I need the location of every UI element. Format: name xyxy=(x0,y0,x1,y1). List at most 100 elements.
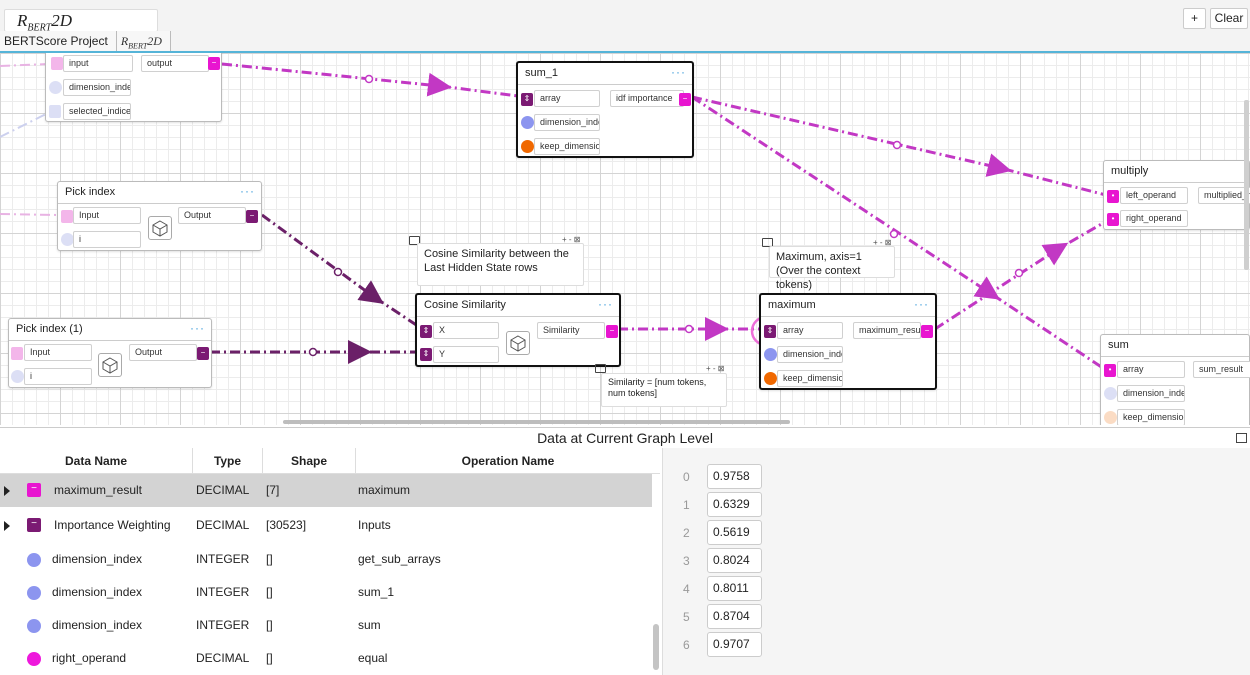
node-menu-icon[interactable]: ··· xyxy=(671,63,686,81)
node-maximum[interactable]: maximum ··· ⇕ array maximum_resul − dimen… xyxy=(759,293,937,390)
port-input[interactable]: Input xyxy=(73,207,141,224)
node-menu-icon[interactable]: ··· xyxy=(598,295,613,313)
node-sum-1[interactable]: sum_1 ··· ⇕ array idf importance − dimens… xyxy=(516,61,694,158)
output-port-icon[interactable]: − xyxy=(606,325,618,338)
port-selected-indices[interactable]: selected_indice xyxy=(63,103,131,120)
node-multiply[interactable]: multiply • left_operand multiplied_r • r… xyxy=(1103,160,1250,230)
output-port-icon[interactable]: − xyxy=(921,325,933,338)
keep-dimension-port-dot[interactable] xyxy=(1104,411,1117,424)
node-menu-icon[interactable]: ··· xyxy=(190,319,205,337)
expand-icon[interactable] xyxy=(4,486,10,496)
canvas-vertical-scrollbar[interactable] xyxy=(1244,100,1249,270)
value-cell[interactable]: 0.8011 xyxy=(707,576,762,601)
value-cell[interactable]: 0.5619 xyxy=(707,520,762,545)
value-cell[interactable]: 0.9758 xyxy=(707,464,762,489)
expand-icon[interactable] xyxy=(4,521,10,531)
array-port-icon[interactable]: • xyxy=(1104,364,1116,377)
port-dimension-index[interactable]: dimension_inde xyxy=(1117,385,1185,402)
keep-dimension-port-dot[interactable] xyxy=(521,140,534,153)
node-menu-icon[interactable]: ··· xyxy=(914,295,929,313)
clear-button[interactable]: Clear xyxy=(1210,8,1248,29)
comment-cosine[interactable]: Cosine Similarity between the Last Hidde… xyxy=(417,243,584,286)
table-scrollbar[interactable] xyxy=(653,624,659,670)
node-get-sub-arrays[interactable]: input output − dimension_inde selected_i… xyxy=(45,53,222,122)
port-i[interactable]: i xyxy=(73,231,141,248)
node-menu-icon[interactable]: ··· xyxy=(240,182,255,200)
port-x[interactable]: X xyxy=(433,322,499,339)
node-pick-index[interactable]: Pick index ··· Input i Output − xyxy=(57,181,262,251)
input-port-icon[interactable] xyxy=(61,210,73,223)
output-port-icon[interactable]: − xyxy=(208,57,220,70)
column-header-operation[interactable]: Operation Name xyxy=(356,448,660,474)
dimension-port-dot[interactable] xyxy=(49,81,62,94)
output-port-icon[interactable]: − xyxy=(679,93,691,106)
table-row[interactable]: right_operand DECIMAL [] equal xyxy=(0,642,652,675)
port-i[interactable]: i xyxy=(24,368,92,385)
port-right-operand[interactable]: right_operand xyxy=(1120,210,1188,227)
port-multiplied-result[interactable]: multiplied_r xyxy=(1198,187,1250,204)
column-header-type[interactable]: Type xyxy=(193,448,263,474)
breadcrumb-project[interactable]: BERTScore Project xyxy=(0,31,117,51)
array-port-icon[interactable]: ⇕ xyxy=(764,325,776,338)
column-header-data-name[interactable]: Data Name xyxy=(0,448,193,474)
input-port-icon[interactable] xyxy=(51,57,63,70)
port-output[interactable]: Output xyxy=(129,344,197,361)
table-row[interactable]: − maximum_result DECIMAL [7] maximum xyxy=(0,474,652,507)
port-y[interactable]: Y xyxy=(433,346,499,363)
port-input[interactable]: Input xyxy=(24,344,92,361)
port-left-operand[interactable]: left_operand xyxy=(1120,187,1188,204)
column-header-shape[interactable]: Shape xyxy=(263,448,356,474)
right-operand-port-icon[interactable]: • xyxy=(1107,213,1119,226)
node-title: sum xyxy=(1101,335,1249,357)
table-row[interactable]: dimension_index INTEGER [] get_sub_array… xyxy=(0,543,652,576)
panel-toggle-icon[interactable] xyxy=(1236,433,1247,443)
port-dimension-index[interactable]: dimension_inde xyxy=(534,114,600,131)
output-port-icon[interactable]: − xyxy=(197,347,209,360)
left-operand-port-icon[interactable]: • xyxy=(1107,190,1119,203)
value-cell[interactable]: 0.9707 xyxy=(707,632,762,657)
output-port-icon[interactable]: − xyxy=(246,210,258,223)
selected-port-icon[interactable] xyxy=(49,105,61,118)
array-port-icon[interactable]: ⇕ xyxy=(521,93,533,106)
port-keep-dimension[interactable]: keep_dimensior xyxy=(777,370,843,387)
input-port-icon[interactable] xyxy=(11,347,23,360)
x-port-icon[interactable]: ⇕ xyxy=(420,325,432,338)
port-similarity[interactable]: Similarity xyxy=(537,322,605,339)
node-sum[interactable]: sum • array sum_result dimension_inde ke… xyxy=(1100,334,1250,425)
node-pick-index-1[interactable]: Pick index (1) ··· Input i Output − xyxy=(8,318,212,388)
port-input[interactable]: input xyxy=(63,55,133,72)
table-row[interactable]: dimension_index INTEGER [] sum_1 xyxy=(0,576,652,609)
i-port-dot[interactable] xyxy=(11,370,24,383)
table-row[interactable]: − Importance Weighting DECIMAL [30523] I… xyxy=(0,509,652,542)
comment-maximum[interactable]: Maximum, axis=1 (Over the context tokens… xyxy=(769,246,895,291)
value-cell[interactable]: 0.6329 xyxy=(707,492,762,517)
port-keep-dimension[interactable]: keep_dimensior xyxy=(1117,409,1185,425)
port-array[interactable]: array xyxy=(534,90,600,107)
canvas-horizontal-scrollbar[interactable] xyxy=(283,420,790,424)
add-button[interactable]: + xyxy=(1183,8,1206,29)
dimension-port-dot[interactable] xyxy=(1104,387,1117,400)
comment-similarity[interactable]: Similarity = [num tokens, num tokens] xyxy=(601,373,727,407)
comment-tools[interactable]: + - ⊠ xyxy=(706,364,724,373)
y-port-icon[interactable]: ⇕ xyxy=(420,348,432,361)
graph-canvas[interactable]: input output − dimension_inde selected_i… xyxy=(0,51,1250,425)
dimension-port-dot[interactable] xyxy=(764,348,777,361)
value-cell[interactable]: 0.8704 xyxy=(707,604,762,629)
port-sum-result[interactable]: sum_result xyxy=(1193,361,1250,378)
port-dimension-index[interactable]: dimension_inde xyxy=(63,79,131,96)
port-idf-importance[interactable]: idf importance xyxy=(610,90,684,107)
port-keep-dimension[interactable]: keep_dimensior xyxy=(534,138,600,155)
table-row[interactable]: dimension_index INTEGER [] sum xyxy=(0,609,652,642)
port-output[interactable]: Output xyxy=(178,207,246,224)
port-array[interactable]: array xyxy=(777,322,843,339)
breadcrumb-graph[interactable]: RBERT2D xyxy=(116,31,171,51)
port-maximum-result[interactable]: maximum_resul xyxy=(853,322,921,339)
port-array[interactable]: array xyxy=(1117,361,1185,378)
dimension-port-dot[interactable] xyxy=(521,116,534,129)
graph-name-field[interactable]: RBERT2D xyxy=(4,9,158,33)
port-dimension-index[interactable]: dimension_inde xyxy=(777,346,843,363)
port-output[interactable]: output xyxy=(141,55,209,72)
value-cell[interactable]: 0.8024 xyxy=(707,548,762,573)
node-cosine-similarity[interactable]: Cosine Similarity ··· ⇕ X ⇕ Y Similarity … xyxy=(415,293,621,367)
keep-dimension-port-dot[interactable] xyxy=(764,372,777,385)
